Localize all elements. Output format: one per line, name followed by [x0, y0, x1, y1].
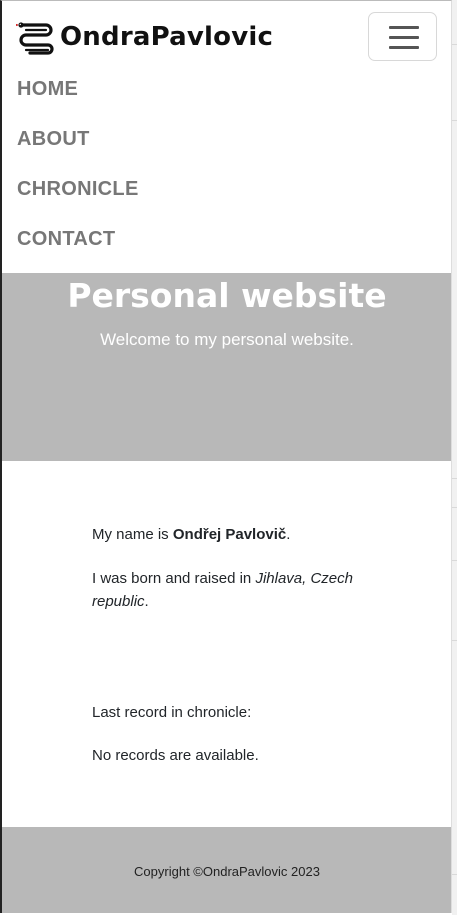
hero-title: Personal website [67, 276, 387, 315]
nav-item-chronicle[interactable]: CHRONICLE [17, 173, 139, 223]
hero-banner: Personal website Welcome to my personal … [2, 273, 451, 461]
intro-suffix: . [286, 526, 291, 543]
author-name: Ondřej Pavlovič [172, 526, 287, 543]
snake-logo-icon [16, 22, 54, 55]
nav-menu: HOME ABOUT CHRONICLE CONTACT [17, 73, 139, 273]
nav-item-about[interactable]: ABOUT [17, 123, 139, 173]
brand-name: OndraPavlovic [60, 22, 274, 52]
nav-item-contact[interactable]: CONTACT [17, 223, 139, 273]
birthplace-suffix: . [144, 593, 149, 610]
birthplace-text: I was born and raised in Jihlava, Czech … [92, 567, 382, 613]
browser-viewport: OndraPavlovic HOME ABOUT CHRONICLE CONTA… [0, 0, 452, 913]
intro-text: My name is Ondřej Pavlovič. [92, 523, 392, 546]
chronicle-heading: Last record in chronicle: [92, 704, 252, 721]
birthplace-prefix: I was born and raised in [92, 570, 256, 587]
main-content: My name is Ondřej Pavlovič. I was born a… [92, 523, 392, 764]
footer: Copyright ©OndraPavlovic 2023 [2, 827, 451, 913]
intro-prefix: My name is [92, 526, 173, 543]
navbar-toggle-button[interactable] [368, 12, 437, 61]
navbar: OndraPavlovic HOME ABOUT CHRONICLE CONTA… [2, 1, 451, 273]
brand-link[interactable]: OndraPavlovic [16, 19, 273, 55]
nav-item-home[interactable]: HOME [17, 73, 139, 123]
chronicle-empty-message: No records are available. [92, 747, 259, 764]
window-edge [452, 0, 457, 915]
copyright-text: Copyright ©OndraPavlovic 2023 [134, 864, 320, 879]
hero-subtitle: Welcome to my personal website. [100, 330, 354, 349]
